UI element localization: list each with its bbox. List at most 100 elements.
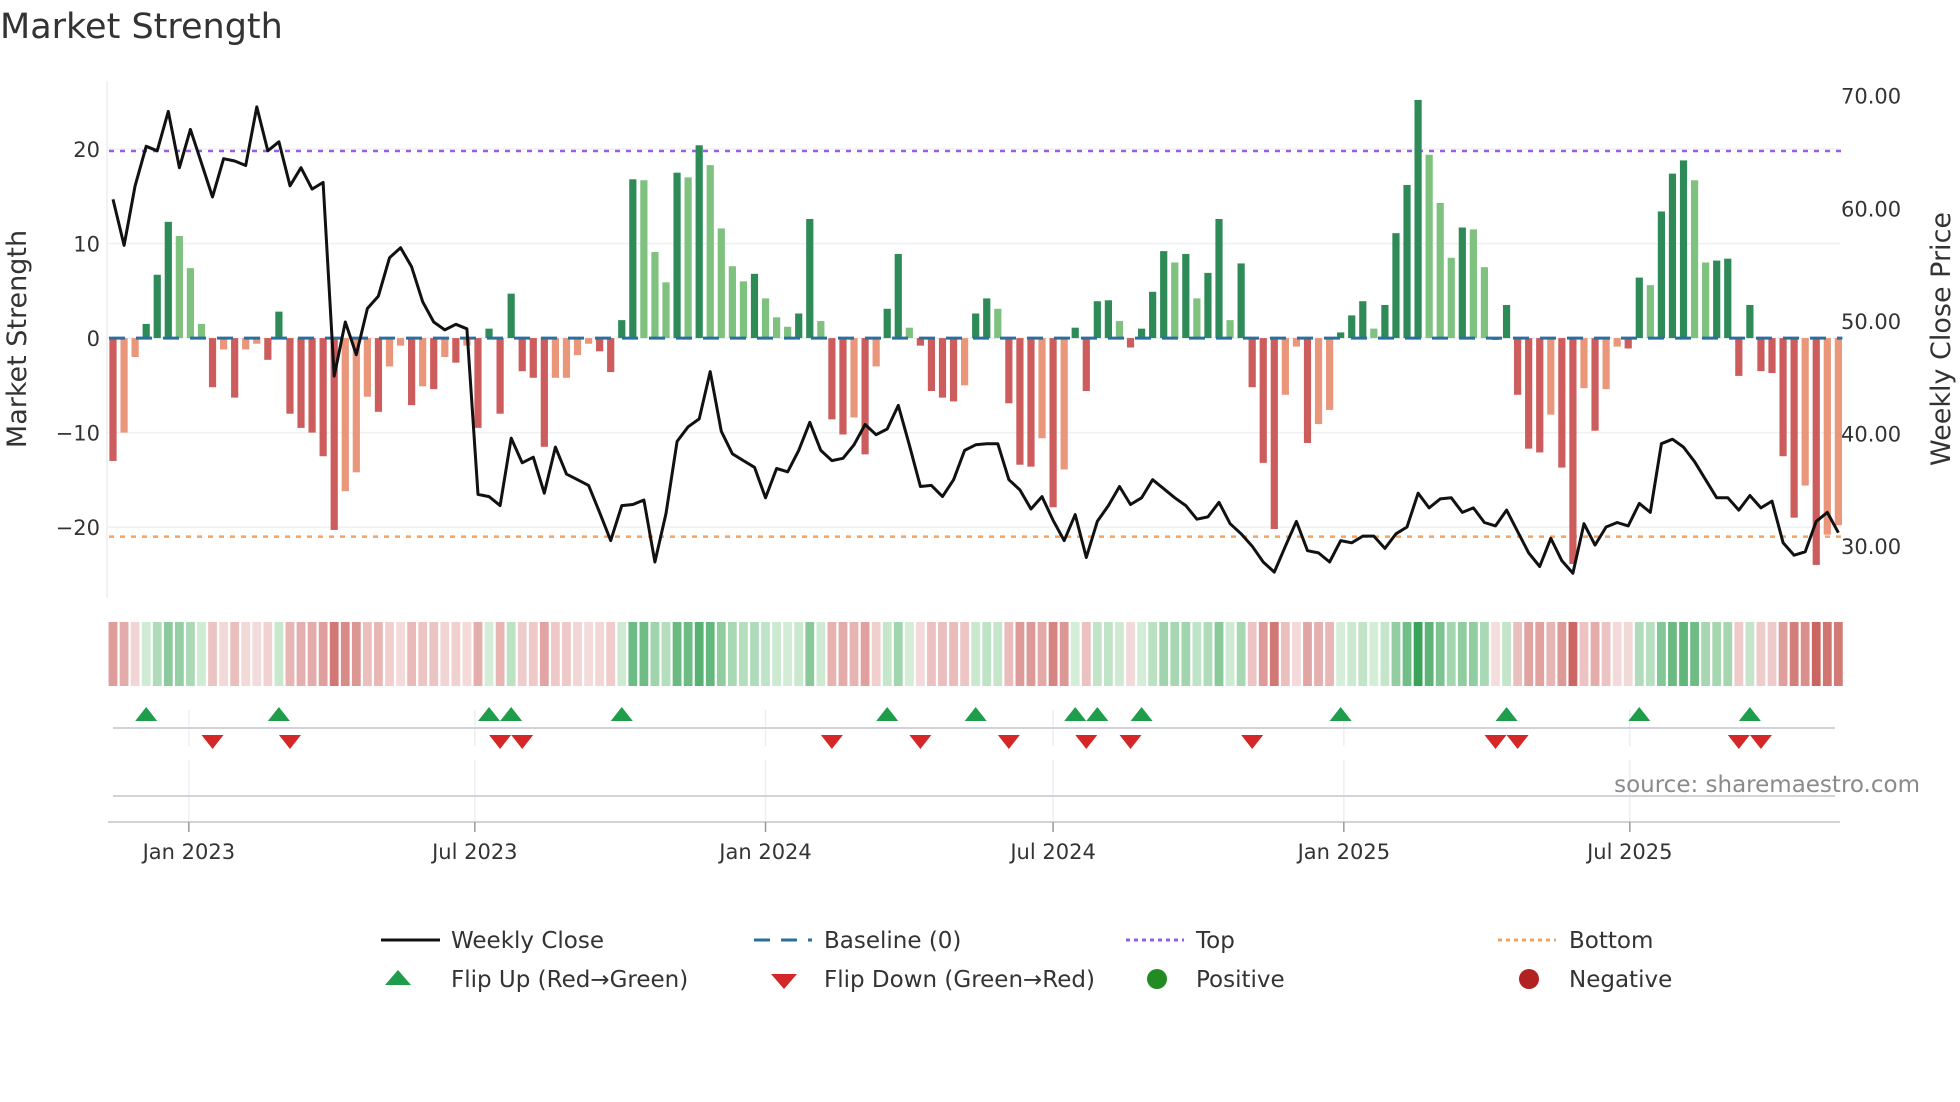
- flip-up-marker: [478, 707, 501, 721]
- strength-bar: [385, 338, 394, 367]
- flip-up-marker: [1628, 707, 1651, 721]
- strength-bar: [972, 313, 980, 339]
- strip-cell: [617, 622, 627, 686]
- strength-bar: [1027, 338, 1035, 467]
- strength-bar: [518, 338, 526, 372]
- strip-cell: [650, 622, 660, 686]
- strip-cell: [750, 622, 759, 686]
- strip-cell: [860, 622, 870, 686]
- strip-cell: [252, 622, 262, 686]
- strip-cell: [573, 622, 582, 686]
- strip-cell: [418, 622, 428, 686]
- strip-cell: [1833, 622, 1843, 686]
- flip-up-marker: [610, 707, 633, 721]
- strip-cell: [1413, 622, 1423, 686]
- legend-item-negative: Negative: [1519, 967, 1672, 993]
- strip-cell: [1546, 622, 1556, 686]
- strip-cell: [1314, 622, 1323, 686]
- strength-bars: [109, 99, 1842, 565]
- strip-cell: [1579, 622, 1589, 686]
- flip-down-marker: [1749, 735, 1772, 749]
- strength-bar: [341, 338, 349, 492]
- x-tick-label: Jul 2025: [1585, 840, 1672, 864]
- y-axis-label-left: Market Strength: [2, 230, 33, 448]
- flip-down-marker: [1727, 735, 1750, 749]
- flip-down-marker: [489, 735, 512, 749]
- strip-cell: [794, 622, 804, 686]
- strength-bar: [120, 338, 128, 433]
- strength-bar: [1115, 321, 1124, 339]
- strip-cell: [1148, 622, 1158, 686]
- strip-cell: [761, 622, 770, 686]
- strip-cell: [362, 622, 372, 686]
- strip-cell: [1601, 622, 1611, 686]
- strength-bar: [1547, 338, 1555, 415]
- strength-bar: [1314, 338, 1323, 425]
- legend-label: Bottom: [1569, 928, 1653, 954]
- strength-bar: [1657, 211, 1665, 339]
- strength-bar: [264, 338, 272, 360]
- strip-cell: [1811, 622, 1821, 686]
- strength-bar: [1514, 338, 1522, 395]
- strip-cell: [915, 622, 925, 686]
- strength-bar: [1502, 305, 1511, 339]
- strip-cell: [407, 622, 417, 686]
- strength-bar: [662, 282, 670, 339]
- strength-bar: [1679, 160, 1688, 339]
- strength-bar: [629, 179, 637, 339]
- strip-cell: [783, 622, 793, 686]
- strip-cell: [1822, 622, 1832, 686]
- strip-cell: [1789, 622, 1799, 686]
- strength-bar: [430, 338, 438, 390]
- strip-cell: [274, 622, 284, 686]
- strength-bar: [175, 236, 183, 339]
- strip-cell: [1723, 622, 1733, 686]
- strip-cell: [141, 622, 151, 686]
- strength-bar: [1016, 338, 1024, 465]
- legend-item-flip-down: Flip Down (Green→Red): [771, 967, 1095, 993]
- strength-bar: [640, 180, 648, 339]
- strength-bar: [1126, 338, 1135, 348]
- strip-cell: [1668, 622, 1677, 686]
- strength-bar: [1469, 229, 1477, 339]
- strip-cell: [827, 622, 837, 686]
- market-strength-chart: Market Strength 20 10 0 −10 −20 70.00 60.00 50…: [0, 7, 1957, 993]
- strip-cell: [241, 622, 251, 686]
- flip-down-marker: [997, 735, 1020, 749]
- strength-bar: [1060, 338, 1068, 470]
- strip-cell: [927, 622, 936, 686]
- strength-bar: [927, 338, 936, 392]
- strip-cell: [1380, 622, 1390, 686]
- strip-cell: [396, 622, 405, 686]
- strength-bar: [651, 252, 659, 339]
- strip-cell: [1767, 622, 1777, 686]
- strength-bar: [961, 338, 969, 386]
- strength-bar: [474, 338, 482, 428]
- triangle-down-icon: [771, 974, 797, 989]
- strength-bar: [142, 323, 150, 339]
- strip-cell: [1004, 622, 1014, 686]
- strip-cell: [1468, 622, 1478, 686]
- strip-cell: [816, 622, 826, 686]
- legend-item-bottom: Bottom: [1498, 928, 1653, 954]
- flip-down-marker: [1119, 735, 1142, 749]
- strength-bar: [1525, 338, 1533, 449]
- strength-bar: [1303, 338, 1312, 443]
- strength-bar: [275, 311, 283, 339]
- strength-bar: [1348, 315, 1356, 339]
- strength-bar: [540, 338, 548, 447]
- strip-cell: [208, 622, 217, 686]
- strip-cell: [429, 622, 439, 686]
- strip-cell: [1126, 622, 1135, 686]
- flip-up-marker: [876, 707, 899, 721]
- strength-bar: [1049, 338, 1057, 508]
- strength-bar: [1768, 338, 1776, 374]
- strength-bar: [894, 253, 902, 339]
- y-tick-label-left: −10: [56, 422, 100, 446]
- strip-cell: [727, 622, 737, 686]
- strength-bar: [695, 145, 703, 339]
- strength-bar: [817, 321, 825, 339]
- flip-up-marker: [500, 707, 523, 721]
- strength-bar: [242, 338, 250, 350]
- strip-cell: [1026, 622, 1036, 686]
